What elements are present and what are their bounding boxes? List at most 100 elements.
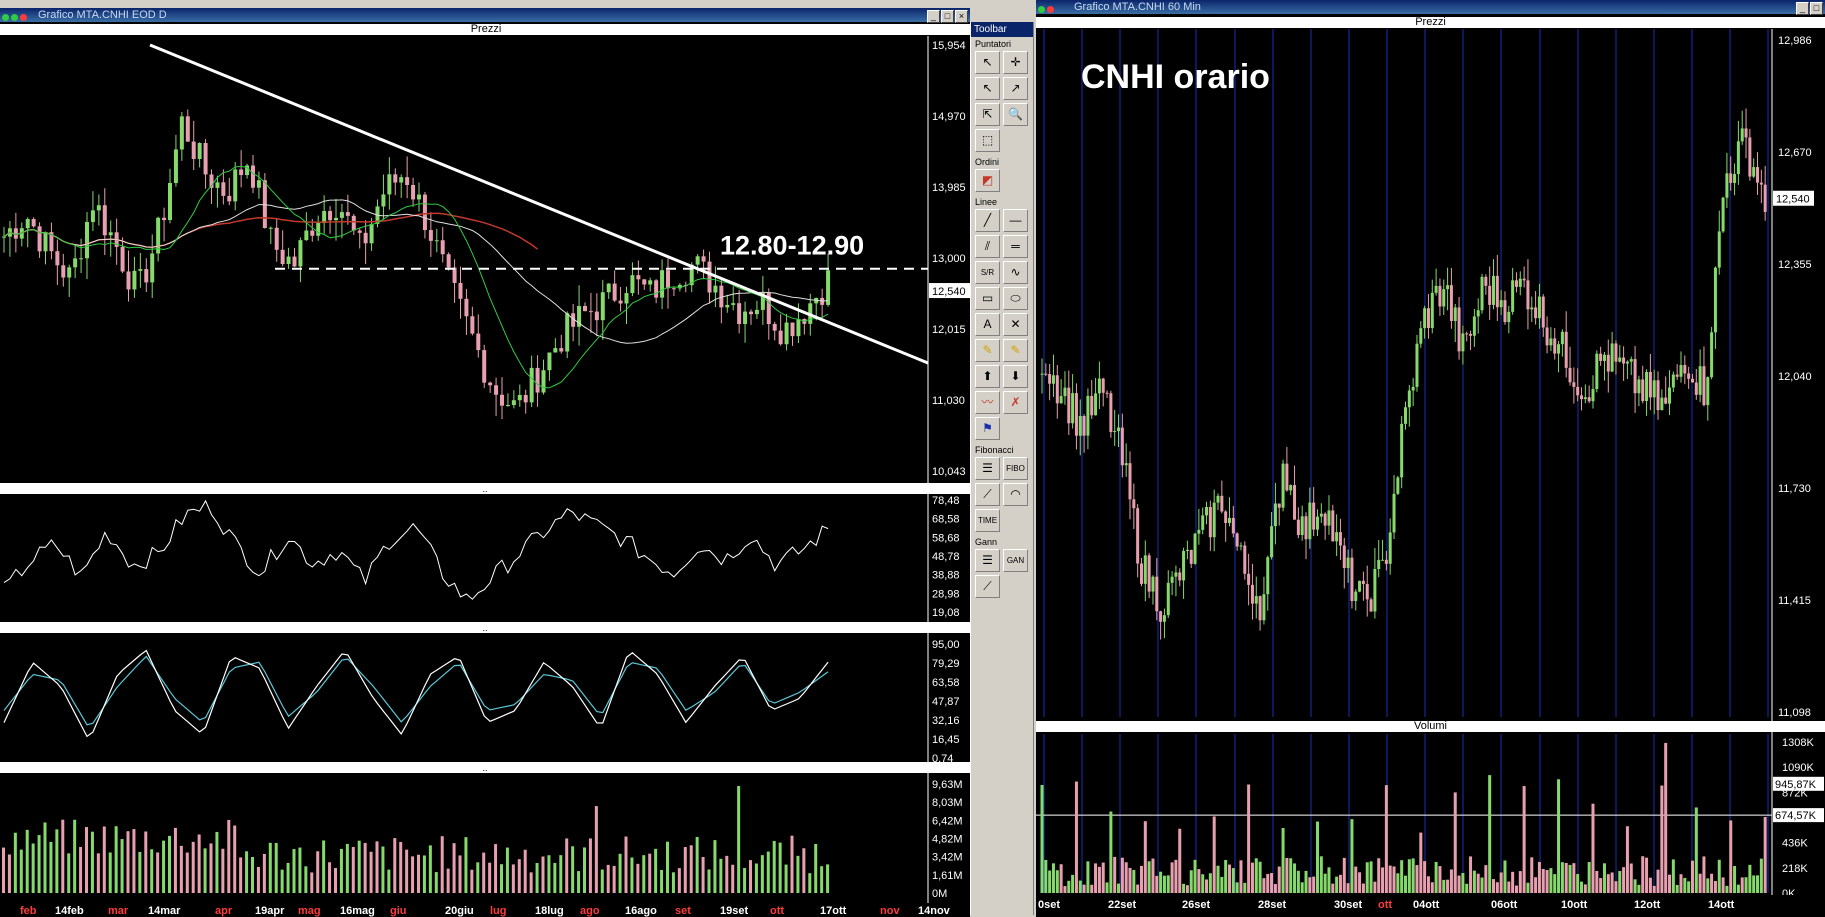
- hourly-volume-bar: [1208, 873, 1212, 893]
- hourly-candle: [1205, 506, 1209, 516]
- hourly-volume-bar: [1361, 883, 1365, 893]
- date-label-19apr: 19apr: [255, 905, 285, 917]
- gann-levels-icon[interactable]: ☰: [975, 549, 1000, 572]
- hourly-volume-bar: [1675, 884, 1679, 893]
- hourly-candle: [1227, 517, 1231, 523]
- hourly-candle: [1637, 379, 1641, 394]
- hourly-candle: [1239, 545, 1243, 547]
- hourly-candle: [1113, 431, 1117, 433]
- volume-bar: [802, 848, 806, 893]
- hourly-volume-bar: [1748, 864, 1752, 893]
- volume-bar: [470, 869, 474, 893]
- parallel-lines-icon[interactable]: ═: [1003, 235, 1028, 258]
- trendline-icon[interactable]: ╱: [975, 209, 1000, 232]
- hourly-volume-bar: [1178, 828, 1182, 893]
- horizontal-line-icon[interactable]: ―: [1003, 209, 1028, 232]
- pointer-icon[interactable]: ↖: [975, 51, 1000, 74]
- date-label-16mag: 16mag: [340, 905, 375, 917]
- channel-icon[interactable]: ⫽: [975, 235, 1000, 258]
- volume-bar: [600, 869, 604, 893]
- price-tick-label: 13,000: [932, 253, 966, 265]
- price-candle: [304, 230, 309, 241]
- hourly-volume-bar: [1633, 879, 1637, 893]
- volume-bar: [179, 845, 183, 893]
- hourly-volume-bar: [1564, 862, 1568, 893]
- zoom-icon[interactable]: 🔍: [1003, 103, 1028, 126]
- volume-bar: [814, 844, 818, 893]
- hourly-volume-bar: [1197, 869, 1201, 893]
- right-chart-canvas[interactable]: 12,986 12,670 12,355 12,040 11,730 11,415 11,0…: [1036, 0, 1825, 917]
- price-candle: [191, 141, 196, 159]
- fibo-levels-icon[interactable]: ☰: [975, 457, 1000, 480]
- select-icon[interactable]: ↖: [975, 77, 1000, 100]
- date-label-17ott: 17ott: [820, 905, 847, 917]
- gann-fan-icon[interactable]: ⟋: [975, 575, 1000, 598]
- hourly-candle: [1166, 582, 1170, 616]
- date-label-14feb: 14feb: [55, 905, 84, 917]
- hourly-volume-bar: [1472, 870, 1476, 893]
- volume-bar: [446, 868, 450, 893]
- hourly-volume-bar: [1059, 864, 1063, 893]
- hourly-candle: [1086, 395, 1090, 436]
- volume-bar: [517, 859, 521, 893]
- select-alt-icon[interactable]: ↗: [1003, 77, 1028, 100]
- hourly-volume-bar: [1652, 885, 1656, 893]
- text-icon[interactable]: A: [975, 313, 1000, 336]
- hourly-candle: [1583, 397, 1587, 400]
- hourly-candle: [1139, 563, 1143, 584]
- hourly-volume-bar: [1602, 863, 1606, 893]
- hourly-candle: [1404, 407, 1407, 424]
- gann-icon[interactable]: GAN: [1003, 549, 1028, 572]
- hourly-volume-bar: [1549, 868, 1553, 893]
- hourly-volume-bar: [1545, 870, 1549, 893]
- ellipse-icon[interactable]: ⬭: [1003, 287, 1028, 310]
- hourly-volume-bar: [1702, 856, 1706, 893]
- volume-bar: [96, 853, 100, 893]
- hourly-volume-bar: [1342, 857, 1346, 893]
- order-icon[interactable]: ◩: [975, 169, 1000, 192]
- date-label-18lug: 18lug: [535, 905, 564, 917]
- rectangle-icon[interactable]: ▭: [975, 287, 1000, 310]
- flag-icon[interactable]: ⚑: [975, 417, 1000, 440]
- hourly-volume-bar: [1645, 857, 1649, 893]
- price-candle: [387, 174, 392, 195]
- price-candle: [417, 194, 421, 200]
- pencil-alt-icon[interactable]: ✎: [1003, 339, 1028, 362]
- hourly-candle: [1055, 375, 1059, 404]
- arrow-down-icon[interactable]: ⬇: [1003, 365, 1028, 388]
- fibo-arc-icon[interactable]: ◠: [1003, 483, 1028, 506]
- left-chart-canvas[interactable]: ...... 15,954 14,970 13,985 13,000 12,015 11,0…: [0, 8, 970, 917]
- hourly-candle: [1687, 373, 1691, 379]
- hourly-date-label-28set: 28set: [1258, 899, 1286, 911]
- volume-bar: [162, 840, 166, 893]
- volume-bar: [256, 866, 260, 893]
- fibo-icon[interactable]: FIBO: [1003, 457, 1028, 480]
- fibo-time-icon[interactable]: TIME: [975, 509, 1000, 532]
- area-select-icon[interactable]: ⬚: [975, 129, 1000, 152]
- hourly-volume-bar: [1503, 860, 1507, 893]
- hourly-candle: [1537, 296, 1541, 319]
- volume-bar: [820, 866, 824, 893]
- pan-icon[interactable]: ⇱: [975, 103, 1000, 126]
- price-candle: [737, 303, 742, 324]
- wave-icon[interactable]: 〰: [975, 391, 1000, 414]
- rsi-tick-label: 78,48: [932, 495, 960, 507]
- hourly-candle: [1756, 167, 1760, 183]
- erase-wave-icon[interactable]: ✗: [1003, 391, 1028, 414]
- support-resistance-icon[interactable]: S/R: [975, 261, 1000, 284]
- fibo-fan-icon[interactable]: ⟋: [975, 483, 1000, 506]
- hourly-volume-bar: [1082, 884, 1086, 893]
- price-candle: [298, 240, 303, 267]
- cross-pointer-icon[interactable]: ✛: [1003, 51, 1028, 74]
- hourly-volume-bar: [1254, 858, 1258, 893]
- volume-bar: [606, 864, 610, 893]
- hourly-candle: [1744, 128, 1748, 138]
- price-candle: [126, 271, 131, 290]
- pencil-icon[interactable]: ✎: [975, 339, 1000, 362]
- hourly-volume-bar: [1384, 785, 1388, 893]
- volume-bar: [233, 825, 237, 893]
- polyline-icon[interactable]: ∿: [1003, 261, 1028, 284]
- hourly-candle: [1331, 510, 1335, 542]
- arrow-up-icon[interactable]: ⬆: [975, 365, 1000, 388]
- delete-icon[interactable]: ✕: [1003, 313, 1028, 336]
